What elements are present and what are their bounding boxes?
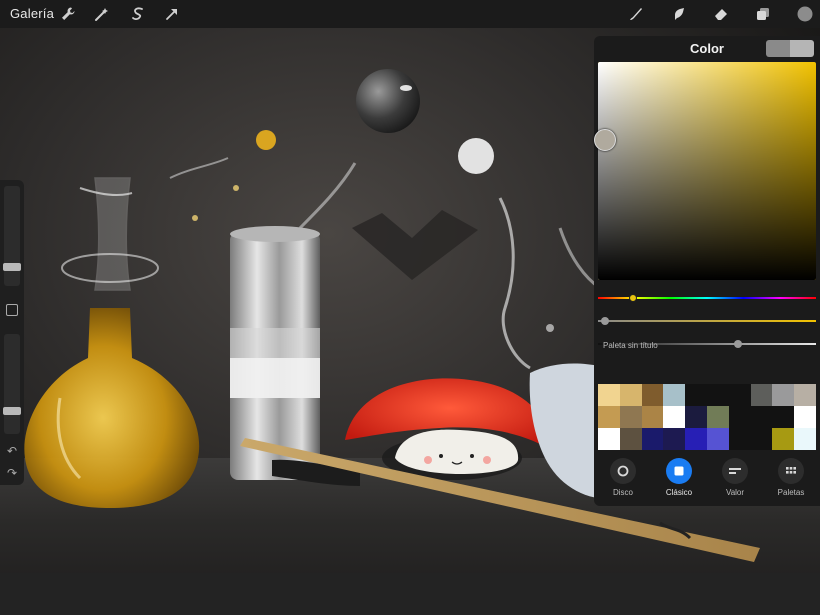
palette-swatch[interactable] xyxy=(728,406,751,428)
secondary-color-swatch[interactable] xyxy=(790,40,814,57)
palette-swatch[interactable] xyxy=(663,406,686,428)
tab-valor[interactable]: Valor xyxy=(707,454,763,506)
palette-swatch[interactable] xyxy=(794,384,816,406)
palette-swatch[interactable] xyxy=(772,384,795,406)
palette-swatch[interactable] xyxy=(750,406,773,428)
modify-button[interactable] xyxy=(6,304,18,316)
redo-icon: ↷ xyxy=(6,466,18,480)
palette-grid xyxy=(598,384,816,450)
square-icon xyxy=(674,466,684,476)
value-slider-thumb[interactable] xyxy=(733,340,742,348)
palette-swatch[interactable] xyxy=(663,384,686,406)
palette-swatch[interactable] xyxy=(685,428,707,450)
palette-swatch[interactable] xyxy=(794,428,816,450)
brush-tool-button[interactable] xyxy=(626,4,646,24)
grid-icon xyxy=(786,467,796,474)
disc-icon xyxy=(617,465,629,477)
top-toolbar: Galería xyxy=(0,0,820,28)
palette-swatch[interactable] xyxy=(728,428,751,450)
selection-icon xyxy=(132,7,143,21)
palette-swatch[interactable] xyxy=(794,406,816,428)
hue-slider[interactable] xyxy=(598,294,816,302)
undo-icon: ↶ xyxy=(6,444,18,458)
picker-cursor[interactable] xyxy=(593,129,616,152)
brush-size-thumb[interactable] xyxy=(3,263,21,271)
brush-size-slider[interactable] xyxy=(4,186,20,286)
palette-swatch[interactable] xyxy=(772,406,795,428)
saturation-slider-thumb[interactable] xyxy=(600,317,609,325)
selection-button[interactable] xyxy=(128,4,148,24)
wrench-icon xyxy=(62,7,75,20)
palette-swatch[interactable] xyxy=(685,406,707,428)
opacity-thumb[interactable] xyxy=(3,407,21,415)
palette-swatch[interactable] xyxy=(750,428,773,450)
palette-swatch[interactable] xyxy=(728,384,751,406)
layers-button[interactable] xyxy=(753,4,773,24)
color-mode-tabs: Disco Clásico Valor Paletas xyxy=(594,454,820,506)
palette-swatch[interactable] xyxy=(706,384,729,406)
palette-swatch[interactable] xyxy=(750,384,773,406)
palette-name: Paleta sin título xyxy=(603,341,658,350)
brush-sliders: ↶ ↷ xyxy=(0,180,24,485)
redo-button[interactable]: ↷ xyxy=(5,466,19,480)
smudge-tool-button[interactable] xyxy=(669,4,689,24)
gallery-button[interactable]: Galería xyxy=(10,6,54,21)
magic-wand-icon xyxy=(95,8,108,21)
brush-icon xyxy=(630,8,642,20)
palette-swatch[interactable] xyxy=(619,406,642,428)
color-panel: Color Paleta sin título Disco Clásico Va… xyxy=(593,36,820,506)
smudge-icon xyxy=(675,8,684,20)
eraser-tool-button[interactable] xyxy=(711,4,731,24)
palette-swatch[interactable] xyxy=(619,428,642,450)
hue-slider-thumb[interactable] xyxy=(628,294,637,302)
palette-swatch[interactable] xyxy=(772,428,795,450)
color-picker-square[interactable] xyxy=(598,62,816,280)
sliders-icon xyxy=(729,468,741,474)
color-button[interactable] xyxy=(795,4,815,24)
saturation-slider[interactable] xyxy=(598,317,816,325)
color-dot-icon xyxy=(797,6,813,22)
palette-swatch[interactable] xyxy=(619,384,642,406)
tab-clasico[interactable]: Clásico xyxy=(651,454,707,506)
palette-swatch[interactable] xyxy=(641,384,664,406)
palette-swatch[interactable] xyxy=(685,384,707,406)
palette-swatch[interactable] xyxy=(641,406,664,428)
opacity-slider[interactable] xyxy=(4,334,20,434)
transform-arrow-icon xyxy=(166,9,177,20)
primary-color-swatch[interactable] xyxy=(766,40,790,57)
palette-swatch[interactable] xyxy=(706,428,729,450)
tab-paletas[interactable]: Paletas xyxy=(763,454,819,506)
palette-swatch[interactable] xyxy=(598,406,620,428)
color-swatches[interactable] xyxy=(766,40,814,57)
tab-disco[interactable]: Disco xyxy=(595,454,651,506)
palette-swatch[interactable] xyxy=(598,384,620,406)
adjustments-button[interactable] xyxy=(92,4,112,24)
transform-button[interactable] xyxy=(162,4,182,24)
undo-button[interactable]: ↶ xyxy=(5,444,19,458)
layers-icon xyxy=(757,8,769,20)
palette-swatch[interactable] xyxy=(663,428,686,450)
palette-swatch[interactable] xyxy=(706,406,729,428)
palette-swatch[interactable] xyxy=(598,428,620,450)
actions-wrench-button[interactable] xyxy=(58,4,78,24)
eraser-icon xyxy=(715,9,727,20)
palette-swatch[interactable] xyxy=(641,428,664,450)
